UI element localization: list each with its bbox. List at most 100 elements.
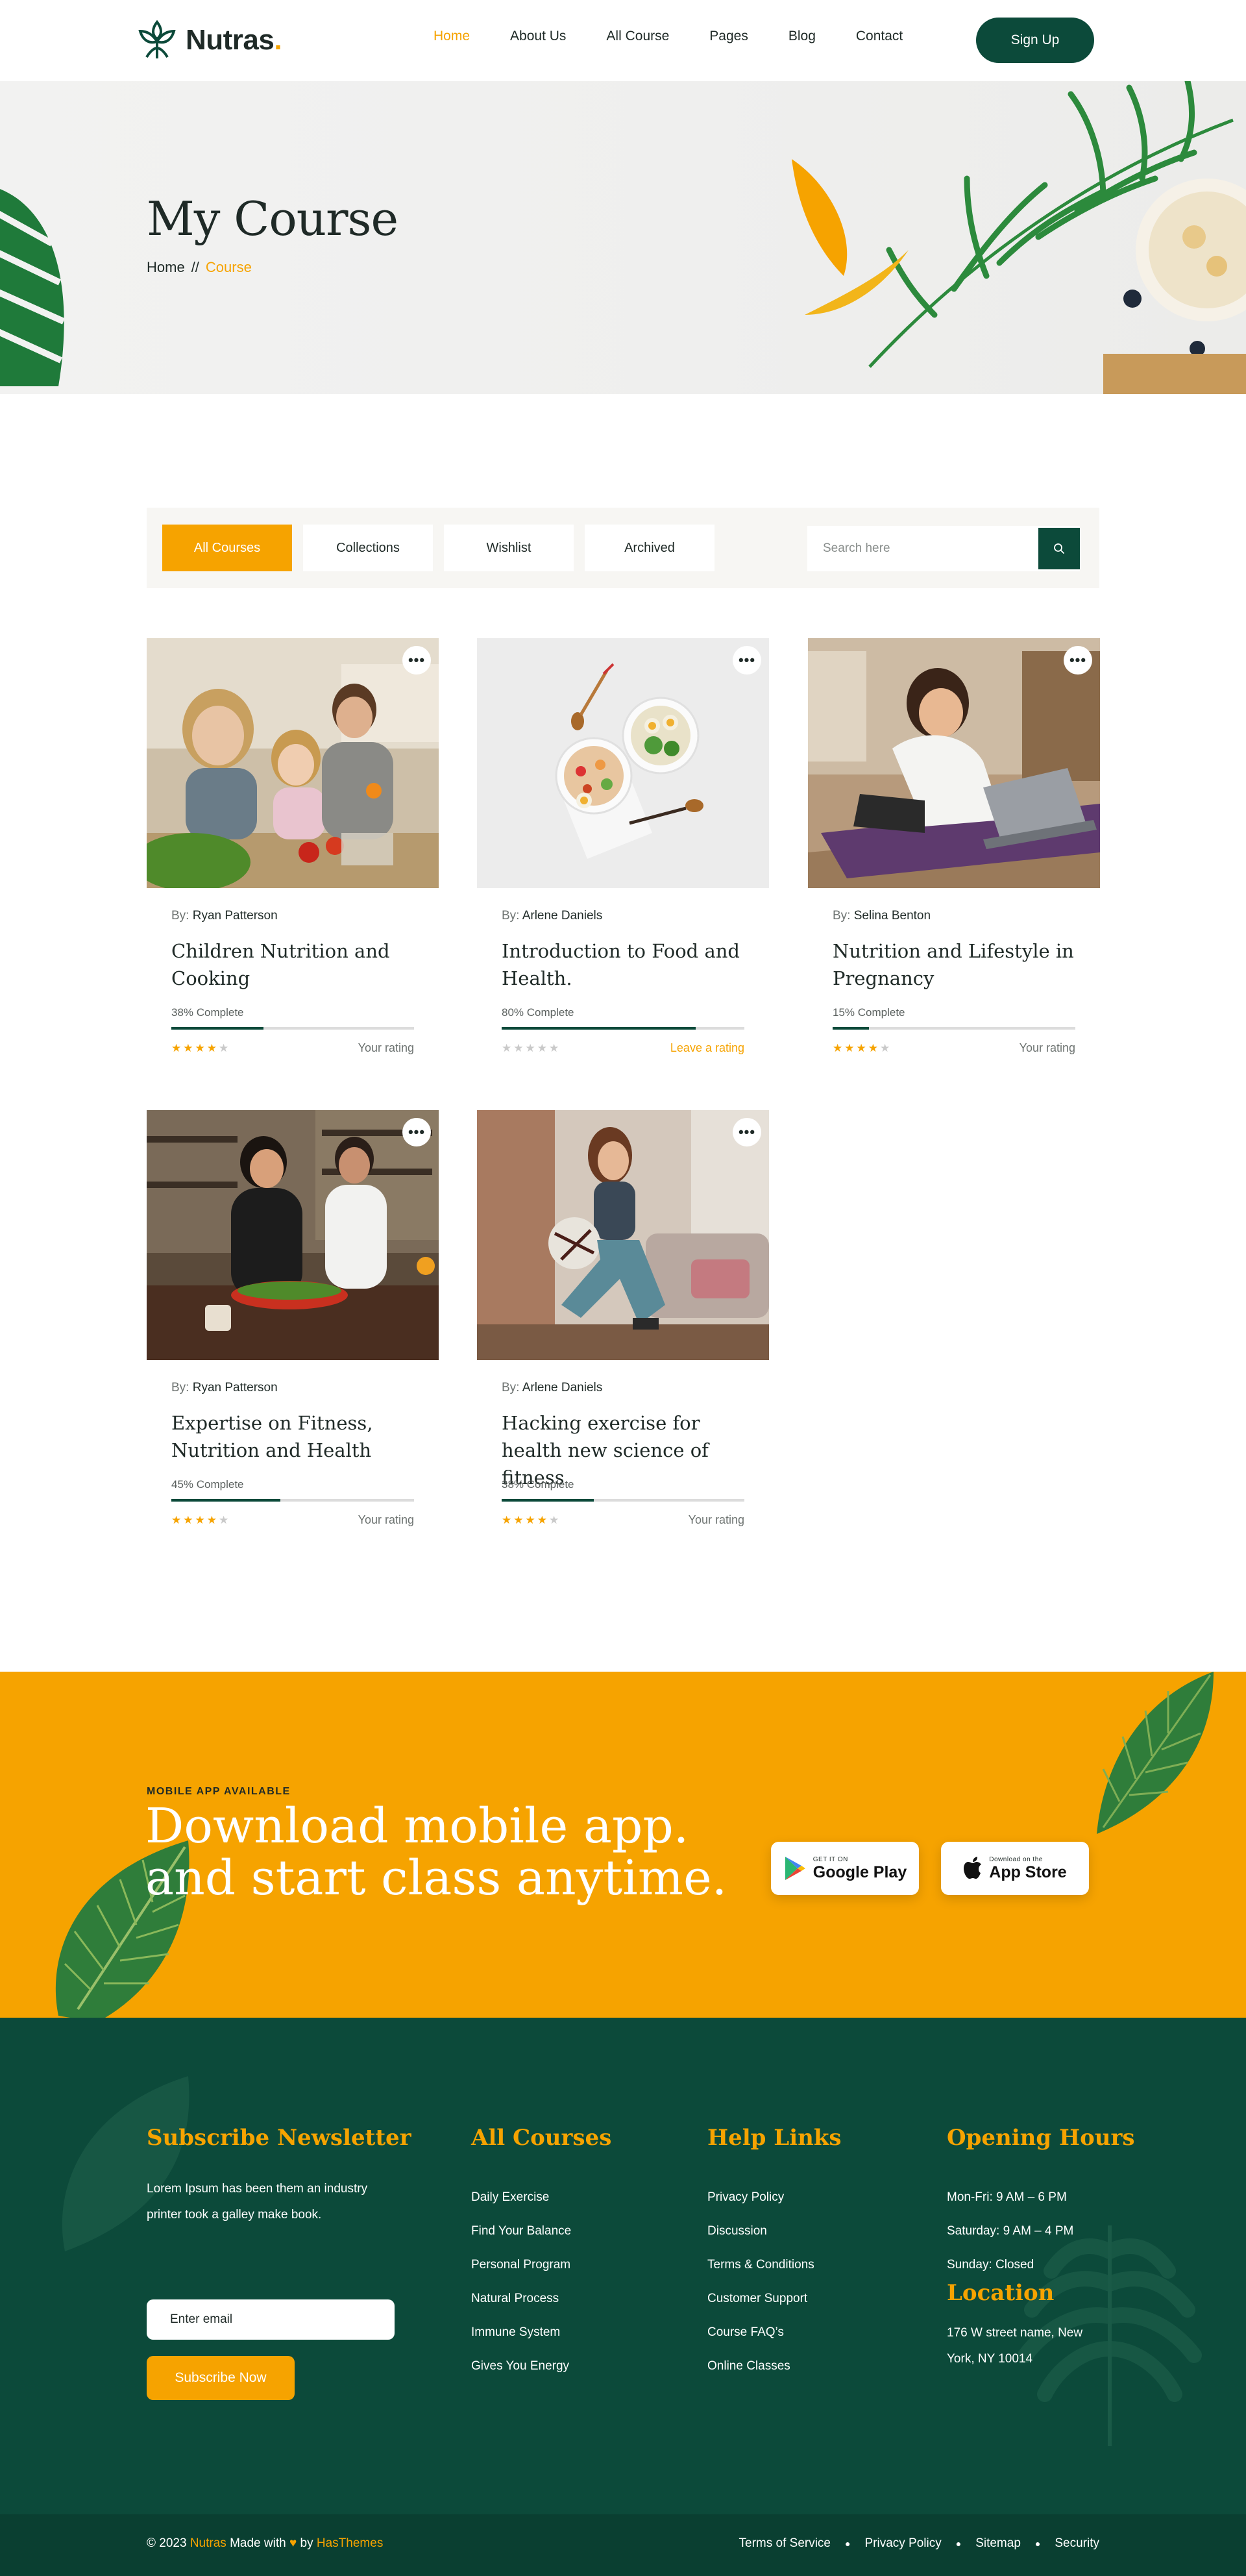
copyright-brand-link[interactable]: Nutras <box>190 2536 226 2550</box>
footer-link-customer-support[interactable]: Customer Support <box>707 2290 814 2324</box>
star-empty-icon[interactable]: ★ <box>513 1042 525 1054</box>
star-empty-icon[interactable]: ★ <box>526 1042 537 1054</box>
star-empty-icon[interactable]: ★ <box>219 1042 230 1054</box>
star-filled-icon[interactable]: ★ <box>537 1514 549 1526</box>
star-filled-icon[interactable]: ★ <box>195 1514 207 1526</box>
star-filled-icon[interactable]: ★ <box>513 1514 525 1526</box>
nav-contact[interactable]: Contact <box>856 29 903 44</box>
tab-collections[interactable]: Collections <box>303 525 433 571</box>
card-more-options-button[interactable]: ••• <box>402 646 431 675</box>
footer-link-immune-system[interactable]: Immune System <box>471 2324 571 2358</box>
search-button[interactable] <box>1038 528 1080 569</box>
star-filled-icon[interactable]: ★ <box>833 1042 844 1054</box>
tab-all-courses[interactable]: All Courses <box>162 525 292 571</box>
rating-label[interactable]: Your rating <box>1020 1041 1075 1055</box>
course-image-couple-kitchen[interactable]: ••• <box>147 1110 439 1360</box>
star-filled-icon[interactable]: ★ <box>868 1042 880 1054</box>
star-empty-icon[interactable]: ★ <box>549 1042 561 1054</box>
star-filled-icon[interactable]: ★ <box>526 1514 537 1526</box>
card-more-options-button[interactable]: ••• <box>733 646 761 675</box>
tab-archived[interactable]: Archived <box>585 525 715 571</box>
leave-rating-link[interactable]: Leave a rating <box>670 1041 744 1055</box>
rating-label[interactable]: Your rating <box>358 1041 414 1055</box>
star-rating[interactable]: ★★★★★ <box>502 1514 561 1527</box>
course-title[interactable]: Hacking exercise for health new science … <box>502 1409 744 1489</box>
star-filled-icon[interactable]: ★ <box>183 1514 195 1526</box>
progress-label: 15% Complete <box>833 1006 905 1019</box>
rating-label[interactable]: Your rating <box>689 1513 744 1527</box>
footer-link-find-your-balance[interactable]: Find Your Balance <box>471 2223 571 2257</box>
footer-link-discussion[interactable]: Discussion <box>707 2223 814 2257</box>
nav-pages[interactable]: Pages <box>709 29 748 44</box>
progress-label: 38% Complete <box>502 1478 574 1491</box>
link-terms-of-service[interactable]: Terms of Service <box>739 2536 831 2551</box>
google-play-button[interactable]: GET IT ON Google Play <box>771 1842 919 1895</box>
nav-all-course[interactable]: All Course <box>606 29 669 44</box>
footer-link-personal-program[interactable]: Personal Program <box>471 2257 571 2290</box>
nav-home[interactable]: Home <box>434 29 470 44</box>
course-title[interactable]: Introduction to Food and Health. <box>502 937 744 992</box>
star-rating[interactable]: ★★★★★ <box>833 1042 892 1055</box>
link-privacy-policy[interactable]: Privacy Policy <box>864 2536 941 2551</box>
sign-up-button[interactable]: Sign Up <box>976 18 1094 63</box>
location-heading: Location <box>947 2280 1055 2306</box>
course-title[interactable]: Children Nutrition and Cooking <box>171 937 414 992</box>
footer-link-privacy-policy[interactable]: Privacy Policy <box>707 2189 814 2223</box>
footer-link-daily-exercise[interactable]: Daily Exercise <box>471 2189 571 2223</box>
newsletter-heading: Subscribe Newsletter <box>147 2125 411 2151</box>
mobile-app-banner: MOBILE APP AVAILABLE Download mobile app… <box>0 1672 1246 2018</box>
card-more-options-button[interactable]: ••• <box>1064 646 1092 675</box>
course-image-salad-bowls[interactable]: ••• <box>477 638 769 888</box>
more-dots-icon: ••• <box>408 1124 426 1140</box>
footer-link-natural-process[interactable]: Natural Process <box>471 2290 571 2324</box>
star-empty-icon[interactable]: ★ <box>219 1514 230 1526</box>
star-empty-icon[interactable]: ★ <box>549 1514 561 1526</box>
rating-label[interactable]: Your rating <box>358 1513 414 1527</box>
star-filled-icon[interactable]: ★ <box>844 1042 856 1054</box>
card-more-options-button[interactable]: ••• <box>733 1118 761 1146</box>
breadcrumb-home-link[interactable]: Home <box>147 259 185 276</box>
progress-label: 45% Complete <box>171 1478 244 1491</box>
star-filled-icon[interactable]: ★ <box>171 1042 183 1054</box>
star-empty-icon[interactable]: ★ <box>880 1042 892 1054</box>
course-title[interactable]: Expertise on Fitness, Nutrition and Heal… <box>171 1409 414 1464</box>
app-store-button[interactable]: Download on the App Store <box>941 1842 1089 1895</box>
help-heading: Help Links <box>707 2125 842 2151</box>
course-image-woman-laptop[interactable]: ••• <box>808 638 1100 888</box>
copyright-company-link[interactable]: HasThemes <box>317 2536 383 2550</box>
nav-blog[interactable]: Blog <box>788 29 816 44</box>
tab-wishlist[interactable]: Wishlist <box>444 525 574 571</box>
star-rating[interactable]: ★★★★★ <box>502 1042 561 1055</box>
nav-about-us[interactable]: About Us <box>510 29 566 44</box>
course-image-woman-fitness[interactable]: ••• <box>477 1110 769 1360</box>
footer-link-course-faqs[interactable]: Course FAQ’s <box>707 2324 814 2358</box>
newsletter-email-input[interactable] <box>147 2299 395 2340</box>
footer-link-online-classes[interactable]: Online Classes <box>707 2358 814 2392</box>
main-nav: Home About Us All Course Pages Blog Cont… <box>434 29 943 44</box>
link-security[interactable]: Security <box>1055 2536 1099 2551</box>
star-filled-icon[interactable]: ★ <box>857 1042 868 1054</box>
link-sitemap[interactable]: Sitemap <box>975 2536 1021 2551</box>
subscribe-button[interactable]: Subscribe Now <box>147 2356 295 2400</box>
star-filled-icon[interactable]: ★ <box>207 1042 219 1054</box>
star-filled-icon[interactable]: ★ <box>171 1514 183 1526</box>
course-title[interactable]: Nutrition and Lifestyle in Pregnancy <box>833 937 1075 992</box>
brand-logo[interactable]: Nutras. <box>138 19 282 61</box>
hours-heading: Opening Hours <box>947 2125 1135 2151</box>
progress-bar <box>171 1027 414 1030</box>
search-input[interactable] <box>807 526 1038 571</box>
star-filled-icon[interactable]: ★ <box>207 1514 219 1526</box>
course-image-family-cooking[interactable]: ••• <box>147 638 439 888</box>
footer-link-gives-you-energy[interactable]: Gives You Energy <box>471 2358 571 2392</box>
footer-link-terms-conditions[interactable]: Terms & Conditions <box>707 2257 814 2290</box>
star-empty-icon[interactable]: ★ <box>502 1042 513 1054</box>
brand-name: Nutras <box>186 24 275 56</box>
star-filled-icon[interactable]: ★ <box>502 1514 513 1526</box>
star-empty-icon[interactable]: ★ <box>537 1042 549 1054</box>
star-rating[interactable]: ★★★★★ <box>171 1514 230 1527</box>
heart-icon: ♥ <box>289 2536 297 2550</box>
star-filled-icon[interactable]: ★ <box>183 1042 195 1054</box>
card-more-options-button[interactable]: ••• <box>402 1118 431 1146</box>
star-rating[interactable]: ★★★★★ <box>171 1042 230 1055</box>
star-filled-icon[interactable]: ★ <box>195 1042 207 1054</box>
